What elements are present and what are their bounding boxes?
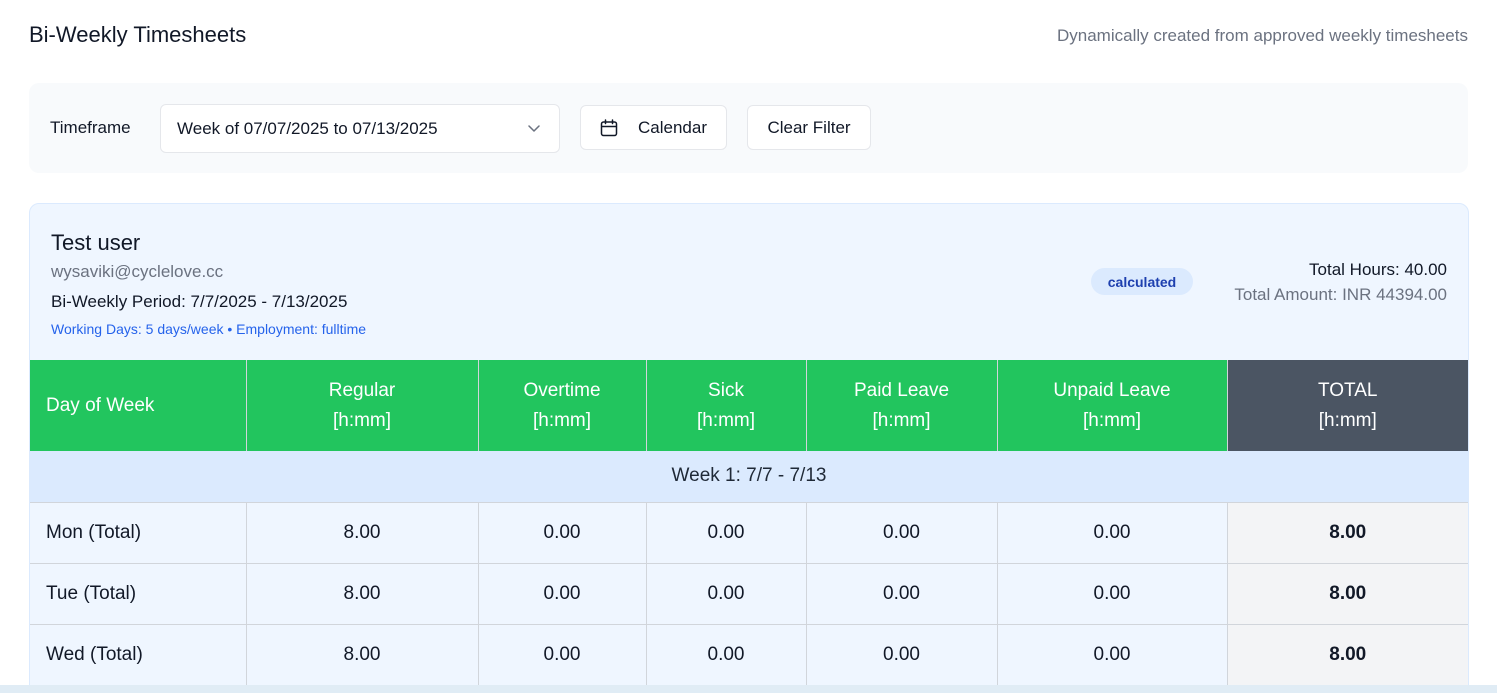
column-header-regular: Regular [h:mm] (246, 360, 479, 451)
day-cell: Mon (Total) (30, 502, 247, 564)
total-cell: 8.00 (1227, 563, 1468, 625)
working-info: Working Days: 5 days/week • Employment: … (51, 321, 367, 337)
column-header-overtime: Overtime [h:mm] (478, 360, 647, 451)
total-hours: Total Hours: 40.00 (1309, 260, 1447, 279)
paid-leave-cell: 0.00 (806, 563, 998, 625)
clear-filter-label: Clear Filter (767, 117, 851, 137)
employee-timesheet-card: Test user wysaviki@cyclelove.cc Bi-Weekl… (29, 203, 1469, 693)
unpaid-leave-cell: 0.00 (997, 502, 1228, 564)
employee-name: Test user (51, 230, 141, 255)
day-cell: Wed (Total) (30, 624, 247, 686)
calendar-button-label: Calendar (638, 117, 707, 137)
chevron-down-icon (528, 125, 540, 132)
table-row: Tue (Total) 8.00 0.00 0.00 0.00 0.00 8.0… (30, 563, 1468, 625)
day-cell: Tue (Total) (30, 563, 247, 625)
total-amount: Total Amount: INR 44394.00 (1234, 285, 1447, 304)
timeframe-select[interactable]: Week of 07/07/2025 to 07/13/2025 (160, 104, 560, 153)
scroll-edge (0, 685, 1497, 693)
sick-cell: 0.00 (646, 502, 807, 564)
clear-filter-button[interactable]: Clear Filter (747, 105, 871, 150)
total-cell: 8.00 (1227, 624, 1468, 686)
paid-leave-cell: 0.00 (806, 624, 998, 686)
table-header-row: Day of Week Regular [h:mm] Overtime [h:mm]… (30, 360, 1468, 451)
unpaid-leave-cell: 0.00 (997, 563, 1228, 625)
column-header-total: TOTAL [h:mm] (1227, 360, 1468, 451)
page-title: Bi-Weekly Timesheets (29, 22, 247, 47)
page: Bi-Weekly Timesheets Dynamically created… (0, 0, 1497, 693)
sick-cell: 0.00 (646, 624, 807, 686)
column-header-sick: Sick [h:mm] (646, 360, 807, 451)
column-header-unpaid-leave: Unpaid Leave [h:mm] (997, 360, 1228, 451)
sick-cell: 0.00 (646, 563, 807, 625)
column-header-day: Day of Week (30, 360, 247, 451)
total-cell: 8.00 (1227, 502, 1468, 564)
filter-bar: Timeframe Week of 07/07/2025 to 07/13/20… (29, 83, 1468, 173)
unpaid-leave-cell: 0.00 (997, 624, 1228, 686)
status-badge: calculated (1091, 268, 1193, 295)
regular-cell: 8.00 (246, 624, 479, 686)
overtime-cell: 0.00 (478, 563, 647, 625)
regular-cell: 8.00 (246, 563, 479, 625)
week-row: Week 1: 7/7 - 7/13 (30, 451, 1468, 503)
table-row: Wed (Total) 8.00 0.00 0.00 0.00 0.00 8.0… (30, 624, 1468, 686)
employee-email: wysaviki@cyclelove.cc (51, 262, 224, 281)
overtime-cell: 0.00 (478, 502, 647, 564)
calendar-icon (600, 118, 618, 136)
table-row: Mon (Total) 8.00 0.00 0.00 0.00 0.00 8.0… (30, 502, 1468, 564)
page-subtitle: Dynamically created from approved weekly… (1056, 26, 1468, 45)
column-header-paid-leave: Paid Leave [h:mm] (806, 360, 998, 451)
timesheet-table: Day of Week Regular [h:mm] Overtime [h:mm]… (30, 360, 1468, 686)
calendar-button[interactable]: Calendar (580, 105, 727, 150)
timeframe-value: Week of 07/07/2025 to 07/13/2025 (177, 118, 438, 138)
bi-weekly-period: Bi-Weekly Period: 7/7/2025 - 7/13/2025 (51, 292, 348, 311)
week-label: Week 1: 7/7 - 7/13 (30, 451, 1468, 503)
paid-leave-cell: 0.00 (806, 502, 998, 564)
regular-cell: 8.00 (246, 502, 479, 564)
timeframe-label: Timeframe (50, 118, 131, 137)
overtime-cell: 0.00 (478, 624, 647, 686)
